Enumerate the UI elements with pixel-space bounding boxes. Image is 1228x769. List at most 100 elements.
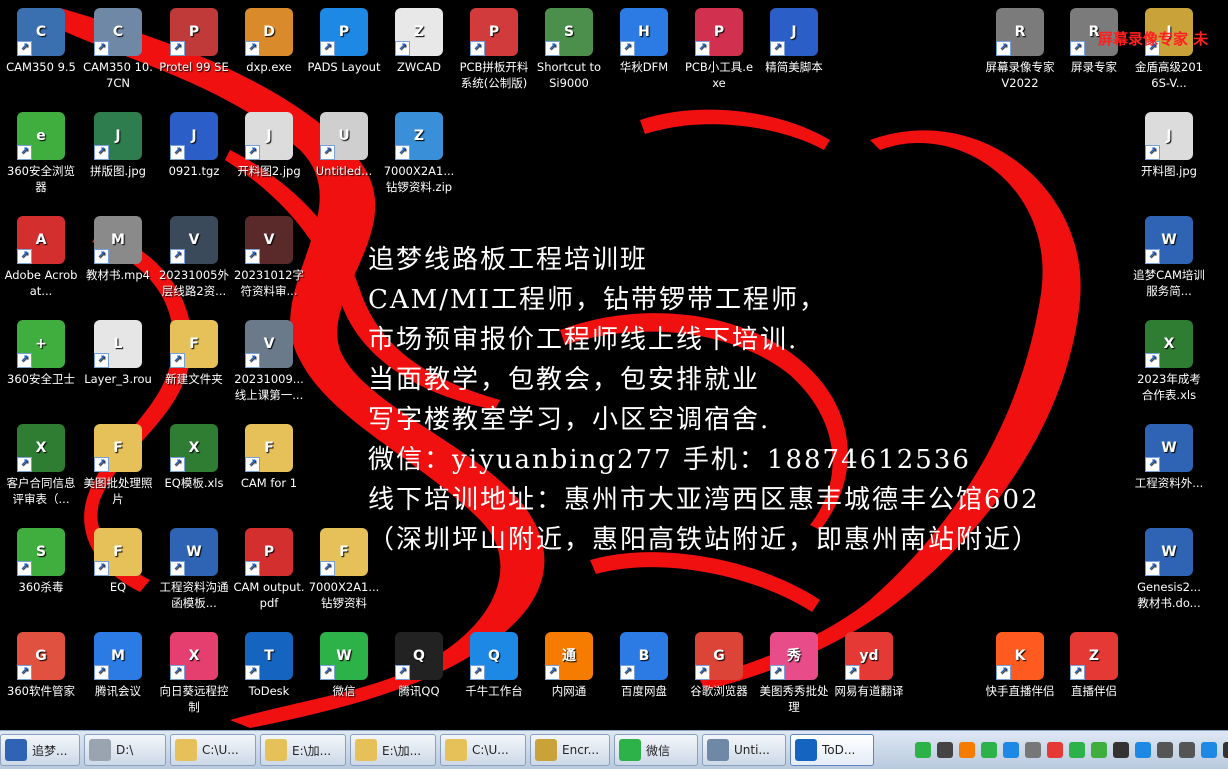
app-icon: W ↗ <box>170 528 218 576</box>
desktop-icon[interactable]: A ↗ Adobe Acrobat... <box>4 216 78 299</box>
desktop-icon[interactable]: S ↗ Shortcut to Si9000 <box>532 8 606 91</box>
taskbar-button[interactable]: 追梦... <box>0 734 80 766</box>
desktop-icon[interactable]: S ↗ 360杀毒 <box>4 528 78 595</box>
tray-app-icon[interactable] <box>1047 742 1063 758</box>
shortcut-arrow-icon: ↗ <box>470 665 485 680</box>
desktop-icon[interactable]: W ↗ 工程资料沟通函模板... <box>157 528 231 611</box>
tray-app-icon[interactable] <box>1003 742 1019 758</box>
desktop-icon[interactable]: J ↗ 精简美脚本 <box>757 8 831 75</box>
desktop-icon[interactable]: L ↗ Layer_3.rou <box>81 320 155 387</box>
desktop-icon-label: 拼版图.jpg <box>90 164 146 178</box>
desktop-icon[interactable]: X ↗ 2023年成考合作表.xls <box>1132 320 1206 403</box>
desktop-icon[interactable]: W ↗ 追梦CAM培训服务简... <box>1132 216 1206 299</box>
tray-app-icon[interactable] <box>959 742 975 758</box>
desktop-icon[interactable]: G ↗ 谷歌浏览器 <box>682 632 756 699</box>
desktop-icon[interactable]: W ↗ 工程资料外... <box>1132 424 1206 491</box>
desktop-icon[interactable]: F ↗ CAM for 1 <box>232 424 306 491</box>
taskbar-button[interactable]: Encr... <box>530 734 610 766</box>
desktop-icon[interactable]: 通 ↗ 内网通 <box>532 632 606 699</box>
desktop-icon[interactable]: J ↗ 拼版图.jpg <box>81 112 155 179</box>
taskbar-button[interactable]: E:\加... <box>260 734 346 766</box>
tray-app-icon[interactable] <box>1069 742 1085 758</box>
app-icon: M ↗ <box>94 632 142 680</box>
desktop-icon[interactable]: Q ↗ 腾讯QQ <box>382 632 456 699</box>
desktop-icon[interactable]: e ↗ 360安全浏览器 <box>4 112 78 195</box>
desktop-icon[interactable]: V ↗ 20231012字符资料审... <box>232 216 306 299</box>
tray-app-icon[interactable] <box>1223 742 1228 758</box>
desktop-icon-label: dxp.exe <box>246 60 292 74</box>
app-icon: A ↗ <box>17 216 65 264</box>
desktop-icon-label: 7000X2A1...钻锣资料 <box>308 580 380 610</box>
shortcut-arrow-icon: ↗ <box>245 41 260 56</box>
app-icon: S ↗ <box>545 8 593 56</box>
tray-app-icon[interactable] <box>1135 742 1151 758</box>
shortcut-arrow-icon: ↗ <box>17 249 32 264</box>
desktop-icon-label: 工程资料外... <box>1134 476 1204 490</box>
taskbar-button[interactable]: C:\U... <box>170 734 256 766</box>
taskbar-button[interactable]: E:\加... <box>350 734 436 766</box>
tray-app-icon[interactable] <box>981 742 997 758</box>
tray-app-icon[interactable] <box>1025 742 1041 758</box>
desktop-icon[interactable]: K ↗ 快手直播伴侣 <box>983 632 1057 699</box>
taskbar-button[interactable]: 微信 <box>614 734 698 766</box>
desktop-icon-label: 网易有道翻译 <box>834 684 904 698</box>
desktop-icon[interactable]: P ↗ PCB小工具.exe <box>682 8 756 91</box>
tray-app-icon[interactable] <box>1179 742 1195 758</box>
desktop-icon[interactable]: J ↗ 0921.tgz <box>157 112 231 179</box>
shortcut-arrow-icon: ↗ <box>17 457 32 472</box>
shortcut-arrow-icon: ↗ <box>245 457 260 472</box>
desktop-icon[interactable]: V ↗ 20231009...线上课第一... <box>232 320 306 403</box>
desktop-icon[interactable]: M ↗ 腾讯会议 <box>81 632 155 699</box>
desktop-icon[interactable]: W ↗ Genesis2...教材书.do... <box>1132 528 1206 611</box>
desktop-icon[interactable]: + ↗ 360安全卫士 <box>4 320 78 387</box>
desktop-icon[interactable]: V ↗ 20231005外层线路2资... <box>157 216 231 299</box>
desktop-icon[interactable]: J ↗ 开料图2.jpg <box>232 112 306 179</box>
desktop-icon[interactable]: Z ↗ 直播伴侣 <box>1057 632 1131 699</box>
taskbar-button[interactable]: D:\ <box>84 734 166 766</box>
desktop-icon[interactable]: X ↗ 向日葵远程控制 <box>157 632 231 715</box>
tray-app-icon[interactable] <box>1157 742 1173 758</box>
desktop-icon[interactable]: J ↗ 金盾高级2016S-V... <box>1132 8 1206 91</box>
desktop-icon[interactable]: P ↗ Protel 99 SE <box>157 8 231 75</box>
desktop-icon[interactable]: Z ↗ 7000X2A1...钻锣资料.zip <box>382 112 456 195</box>
app-icon: J ↗ <box>245 112 293 160</box>
desktop-icon[interactable]: M ↗ 教材书.mp4 <box>81 216 155 283</box>
desktop-icon[interactable]: G ↗ 360软件管家 <box>4 632 78 699</box>
shortcut-arrow-icon: ↗ <box>170 41 185 56</box>
taskbar-button-label: E:\加... <box>382 743 422 758</box>
tray-app-icon[interactable] <box>1091 742 1107 758</box>
desktop-icon[interactable]: D ↗ dxp.exe <box>232 8 306 75</box>
desktop-icon[interactable]: Z ↗ ZWCAD <box>382 8 456 75</box>
desktop-icon[interactable]: J ↗ 开料图.jpg <box>1132 112 1206 179</box>
ad-line-8: （深圳坪山附近，惠阳高铁站附近，即惠州南站附近） <box>368 525 1041 555</box>
taskbar-button[interactable]: C:\U... <box>440 734 526 766</box>
desktop-icon[interactable]: P ↗ PADS Layout <box>307 8 381 75</box>
desktop-icon[interactable]: X ↗ 客户合同信息评审表（... <box>4 424 78 507</box>
desktop-icon[interactable]: yd ↗ 网易有道翻译 <box>832 632 906 699</box>
tray-app-icon[interactable] <box>1113 742 1129 758</box>
tray-app-icon[interactable] <box>937 742 953 758</box>
desktop-icon[interactable]: W ↗ 微信 <box>307 632 381 699</box>
desktop-icon[interactable]: F ↗ 美图批处理照片 <box>81 424 155 507</box>
desktop-icon[interactable]: T ↗ ToDesk <box>232 632 306 699</box>
desktop-icon[interactable]: U ↗ Untitled... <box>307 112 381 179</box>
taskbar-button[interactable]: ToD... <box>790 734 874 766</box>
desktop-icon-label: 谷歌浏览器 <box>690 684 748 698</box>
tray-app-icon[interactable] <box>1201 742 1217 758</box>
tray-app-icon[interactable] <box>915 742 931 758</box>
desktop-icon[interactable]: 秀 ↗ 美图秀秀批处理 <box>757 632 831 715</box>
desktop-icon[interactable]: F ↗ EQ <box>81 528 155 595</box>
desktop-icon[interactable]: B ↗ 百度网盘 <box>607 632 681 699</box>
taskbar-button[interactable]: Unti... <box>702 734 786 766</box>
desktop-icon[interactable]: C ↗ CAM350 10.7CN <box>81 8 155 91</box>
desktop-icon[interactable]: P ↗ CAM output.pdf <box>232 528 306 611</box>
desktop-icon[interactable]: Q ↗ 千牛工作台 <box>457 632 531 699</box>
desktop-icon[interactable]: X ↗ EQ模板.xls <box>157 424 231 491</box>
desktop-icon[interactable]: P ↗ PCB拼板开料系统(公制版) <box>457 8 531 91</box>
taskbar-button-label: 追梦... <box>32 743 68 758</box>
desktop-icon[interactable]: R ↗ 屏幕录像专家V2022 <box>983 8 1057 91</box>
desktop-icon[interactable]: H ↗ 华秋DFM <box>607 8 681 75</box>
desktop-icon[interactable]: C ↗ CAM350 9.5 <box>4 8 78 75</box>
desktop-icon[interactable]: F ↗ 新建文件夹 <box>157 320 231 387</box>
shortcut-arrow-icon: ↗ <box>770 665 785 680</box>
